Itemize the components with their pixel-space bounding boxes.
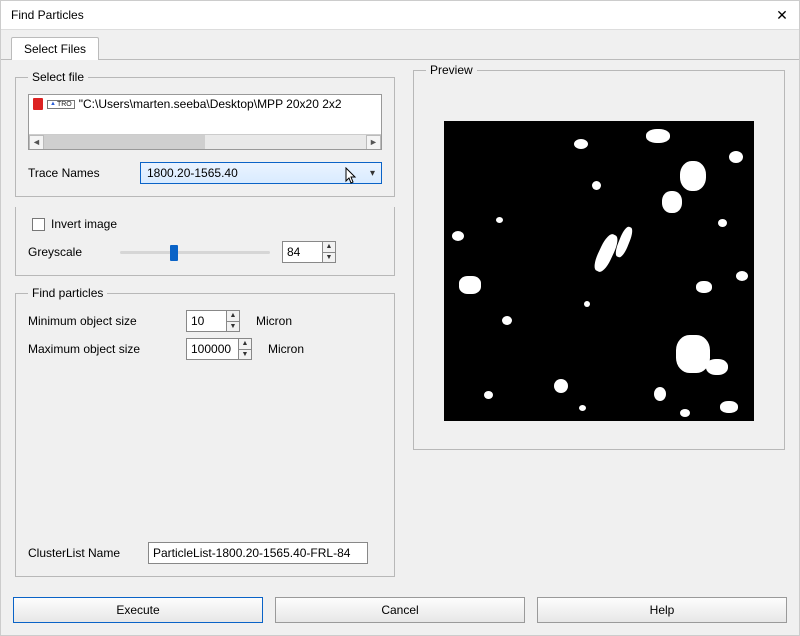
content-area: Select file TRO "C:\Users\marten.seeba\D… xyxy=(1,59,799,587)
slider-thumb[interactable] xyxy=(170,245,178,261)
file-listbox[interactable]: TRO "C:\Users\marten.seeba\Desktop\MPP 2… xyxy=(28,94,382,150)
greyscale-group: Invert image Greyscale ▲ ▼ xyxy=(15,207,395,276)
spinner-down-icon[interactable]: ▼ xyxy=(322,252,336,264)
file-icon-red xyxy=(33,98,43,110)
scroll-track[interactable] xyxy=(44,135,366,149)
cluster-row: ClusterList Name ParticleList-1800.20-15… xyxy=(28,542,382,564)
scroll-thumb[interactable] xyxy=(44,135,205,149)
max-size-unit: Micron xyxy=(268,342,304,356)
spinner-down-icon[interactable]: ▼ xyxy=(238,349,252,361)
spinner-up-icon[interactable]: ▲ xyxy=(238,338,252,349)
min-size-label: Minimum object size xyxy=(28,314,178,328)
trace-names-value: 1800.20-1565.40 xyxy=(147,166,238,180)
cluster-label: ClusterList Name xyxy=(28,546,138,560)
help-button[interactable]: Help xyxy=(537,597,787,623)
min-size-input[interactable] xyxy=(186,310,226,332)
chevron-down-icon: ▾ xyxy=(368,168,377,179)
max-size-spinner[interactable]: ▲ ▼ xyxy=(186,338,252,360)
cluster-name-input[interactable]: ParticleList-1800.20-1565.40-FRL-84 xyxy=(148,542,368,564)
min-size-unit: Micron xyxy=(256,314,292,328)
spinner-up-icon[interactable]: ▲ xyxy=(322,241,336,252)
cursor-pointer-icon xyxy=(345,167,359,185)
close-icon[interactable]: ✕ xyxy=(775,8,789,22)
max-size-row: Maximum object size ▲ ▼ Micron xyxy=(28,338,382,360)
select-file-group: Select file TRO "C:\Users\marten.seeba\D… xyxy=(15,70,395,197)
horizontal-scrollbar[interactable]: ◄ ► xyxy=(29,134,381,149)
find-particles-legend: Find particles xyxy=(28,286,107,300)
invert-image-label: Invert image xyxy=(51,217,117,231)
min-size-row: Minimum object size ▲ ▼ Micron xyxy=(28,310,382,332)
spinner-up-icon[interactable]: ▲ xyxy=(226,310,240,321)
cluster-name-value: ParticleList-1800.20-1565.40-FRL-84 xyxy=(153,546,350,560)
greyscale-label: Greyscale xyxy=(28,245,108,259)
greyscale-slider[interactable] xyxy=(120,242,270,262)
find-particles-window: Find Particles ✕ Select Files Select fil… xyxy=(0,0,800,636)
find-particles-group: Find particles Minimum object size ▲ ▼ M… xyxy=(15,286,395,577)
greyscale-spinner[interactable]: ▲ ▼ xyxy=(282,241,336,263)
file-path-text: "C:\Users\marten.seeba\Desktop\MPP 20x20… xyxy=(79,97,342,111)
invert-image-checkbox[interactable] xyxy=(32,218,45,231)
trace-row: Trace Names 1800.20-1565.40 ▾ xyxy=(28,162,382,184)
min-size-spinner[interactable]: ▲ ▼ xyxy=(186,310,240,332)
file-item[interactable]: TRO "C:\Users\marten.seeba\Desktop\MPP 2… xyxy=(29,95,381,113)
right-column: Preview xyxy=(413,70,785,577)
execute-button[interactable]: Execute xyxy=(13,597,263,623)
tab-bar: Select Files xyxy=(1,29,799,59)
scroll-right-icon[interactable]: ► xyxy=(366,135,381,150)
select-file-legend: Select file xyxy=(28,70,88,84)
max-size-label: Maximum object size xyxy=(28,342,178,356)
button-row: Execute Cancel Help xyxy=(1,587,799,635)
tab-select-files[interactable]: Select Files xyxy=(11,37,99,60)
file-type-icon: TRO xyxy=(47,100,75,109)
greyscale-row: Greyscale ▲ ▼ xyxy=(28,241,382,263)
preview-legend: Preview xyxy=(426,63,477,77)
spinner-down-icon[interactable]: ▼ xyxy=(226,321,240,333)
trace-names-label: Trace Names xyxy=(28,166,128,180)
max-size-input[interactable] xyxy=(186,338,238,360)
window-title: Find Particles xyxy=(11,8,84,22)
titlebar: Find Particles ✕ xyxy=(1,1,799,29)
preview-canvas xyxy=(444,121,754,421)
preview-group: Preview xyxy=(413,70,785,450)
scroll-left-icon[interactable]: ◄ xyxy=(29,135,44,150)
slider-track xyxy=(120,251,270,254)
greyscale-value-input[interactable] xyxy=(282,241,322,263)
cancel-button[interactable]: Cancel xyxy=(275,597,525,623)
invert-image-row: Invert image xyxy=(32,217,382,231)
left-column: Select file TRO "C:\Users\marten.seeba\D… xyxy=(15,70,395,577)
trace-names-dropdown[interactable]: 1800.20-1565.40 ▾ xyxy=(140,162,382,184)
